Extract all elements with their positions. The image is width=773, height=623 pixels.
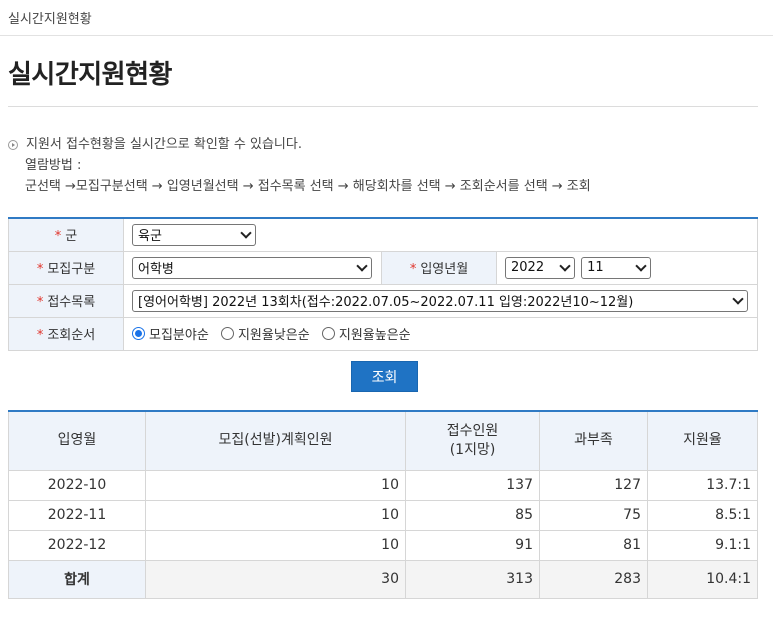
chevron-down-icon: [635, 259, 647, 272]
chevron-down-icon: [240, 227, 252, 239]
chevron-down-icon: [559, 259, 571, 272]
branch-select[interactable]: 육군: [132, 223, 256, 246]
radio-button[interactable]: [220, 326, 234, 340]
order-radio-group: 모집분야순 지원율낮은순 지원율높은순: [123, 316, 758, 351]
info-text: 지원서 접수현황을 실시간으로 확인할 수 있습니다.: [26, 137, 302, 152]
required-mark: *: [36, 295, 44, 310]
info-method-steps: 군선택 →모집구분선택 → 입영년월선택 → 접수목록 선택 → 해당회차를 선…: [25, 179, 591, 194]
required-mark: *: [36, 328, 44, 343]
recruit-select[interactable]: 어학병: [132, 256, 372, 279]
order-option-high-rate[interactable]: 지원율높은순: [321, 324, 411, 343]
required-mark: *: [409, 262, 417, 277]
bullet-arrow-icon: [8, 139, 18, 150]
order-label: * 조회순서: [8, 316, 124, 351]
table-row: 2022-12 10 91 81 9.1:1: [8, 529, 758, 561]
header-month: 입영월: [8, 410, 146, 471]
required-mark: *: [36, 262, 44, 277]
chevron-down-icon: [356, 259, 368, 272]
receipt-select[interactable]: [영어어학병] 2022년 13회차(접수:2022.07.05~2022.07…: [132, 289, 748, 312]
search-form: * 군 육군 * 모집구분 어학병 * 입영년월 2022 11 * 접수목록 …: [8, 217, 758, 351]
page-title: 실시간지원현황: [8, 60, 172, 90]
radio-button[interactable]: [132, 326, 145, 340]
table-row: 2022-11 10 85 75 8.5:1: [8, 499, 758, 531]
receipt-label: * 접수목록: [8, 283, 124, 318]
enlist-label: * 입영년월: [381, 250, 497, 285]
header-surplus: 과부족: [539, 410, 648, 471]
header-plan: 모집(선발)계획인원: [145, 410, 406, 471]
breadcrumb: 실시간지원현황: [0, 0, 773, 36]
info-method-label: 열람방법 :: [25, 158, 82, 173]
info-section: 지원서 접수현황을 실시간으로 확인할 수 있습니다. 열람방법 : 군선택 →…: [8, 134, 591, 197]
total-row: 합계 30 313 283 10.4:1: [8, 559, 758, 599]
table-row: 2022-10 10 137 127 13.7:1: [8, 469, 758, 501]
recruit-label: * 모집구분: [8, 250, 124, 285]
order-option-field[interactable]: 모집분야순: [132, 324, 209, 343]
title-divider: [8, 106, 758, 107]
radio-button[interactable]: [321, 326, 335, 340]
result-table: 입영월 모집(선발)계획인원 접수인원 (1지망) 과부족 지원율 2022-10…: [8, 410, 758, 599]
chevron-down-icon: [732, 292, 744, 305]
enlist-month-select[interactable]: 11: [581, 256, 652, 279]
required-mark: *: [54, 229, 62, 245]
order-option-low-rate[interactable]: 지원율낮은순: [220, 324, 310, 343]
branch-label: * 군: [8, 217, 124, 252]
header-applicants: 접수인원 (1지망): [405, 410, 540, 471]
header-rate: 지원율: [647, 410, 758, 471]
search-button[interactable]: 조회: [351, 361, 418, 392]
enlist-year-select[interactable]: 2022: [505, 256, 575, 279]
